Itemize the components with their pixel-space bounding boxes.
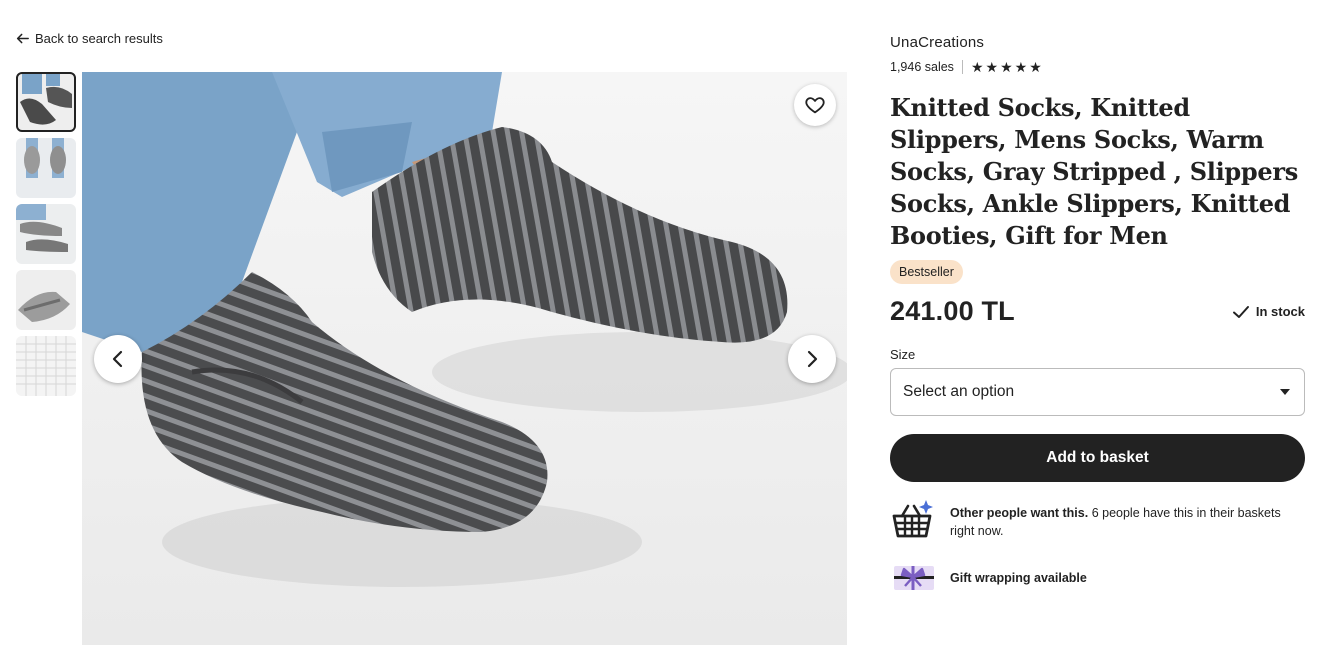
product-photo xyxy=(82,72,847,645)
thumbnail-5[interactable] xyxy=(16,336,76,396)
gift-wrap-notice: Gift wrapping available xyxy=(890,556,1305,600)
caret-down-icon xyxy=(1280,389,1290,395)
thumbnail-4[interactable] xyxy=(16,270,76,330)
next-image-button[interactable] xyxy=(788,335,836,383)
check-icon xyxy=(1232,305,1249,318)
product-details: UnaCreations 1,946 sales ★ ★ ★ ★ ★ Knitt… xyxy=(890,30,1305,600)
shop-name-link[interactable]: UnaCreations xyxy=(890,34,984,51)
add-to-basket-button[interactable]: Add to basket xyxy=(890,434,1305,482)
back-to-search-link[interactable]: Back to search results xyxy=(16,31,163,46)
back-link-label: Back to search results xyxy=(35,31,163,46)
arrow-left-icon xyxy=(16,33,29,44)
shop-meta: 1,946 sales ★ ★ ★ ★ ★ xyxy=(890,60,1305,74)
size-label: Size xyxy=(890,347,916,362)
thumbnail-3[interactable] xyxy=(16,204,76,264)
star-icon: ★ xyxy=(1000,59,1013,75)
sales-count: 1,946 sales xyxy=(890,60,954,74)
product-price: 241.00 TL xyxy=(890,296,1015,326)
star-icon: ★ xyxy=(1029,59,1042,75)
size-select-value: Select an option xyxy=(903,383,1015,400)
gift-icon xyxy=(894,566,934,590)
basket-icon xyxy=(892,500,933,538)
product-title: Knitted Socks, Knitted Slippers, Mens So… xyxy=(890,93,1298,250)
chevron-right-icon xyxy=(807,350,818,368)
previous-image-button[interactable] xyxy=(94,335,142,383)
chevron-left-icon xyxy=(112,350,123,368)
rating-stars[interactable]: ★ ★ ★ ★ ★ xyxy=(971,60,1042,74)
bestseller-badge: Bestseller xyxy=(890,260,963,284)
favorite-button[interactable] xyxy=(794,84,836,126)
thumbnail-list xyxy=(16,72,76,402)
thumbnail-1[interactable] xyxy=(16,72,76,132)
price-row: 241.00 TL In stock xyxy=(890,296,1305,327)
thumbnail-2[interactable] xyxy=(16,138,76,198)
star-icon: ★ xyxy=(1014,59,1028,75)
size-select[interactable]: Select an option xyxy=(890,368,1305,416)
main-product-image xyxy=(82,72,847,645)
stock-label: In stock xyxy=(1255,304,1305,319)
star-icon: ★ xyxy=(985,59,999,75)
demand-bold: Other people want this. xyxy=(950,506,1089,520)
heart-icon xyxy=(805,97,825,114)
stock-status: In stock xyxy=(1232,303,1305,321)
demand-text: Other people want this. 6 people have th… xyxy=(950,496,1305,540)
star-icon: ★ xyxy=(970,59,984,75)
demand-notice: Other people want this. 6 people have th… xyxy=(890,496,1305,540)
divider xyxy=(961,60,963,74)
gift-wrap-label: Gift wrapping available xyxy=(950,571,1087,585)
